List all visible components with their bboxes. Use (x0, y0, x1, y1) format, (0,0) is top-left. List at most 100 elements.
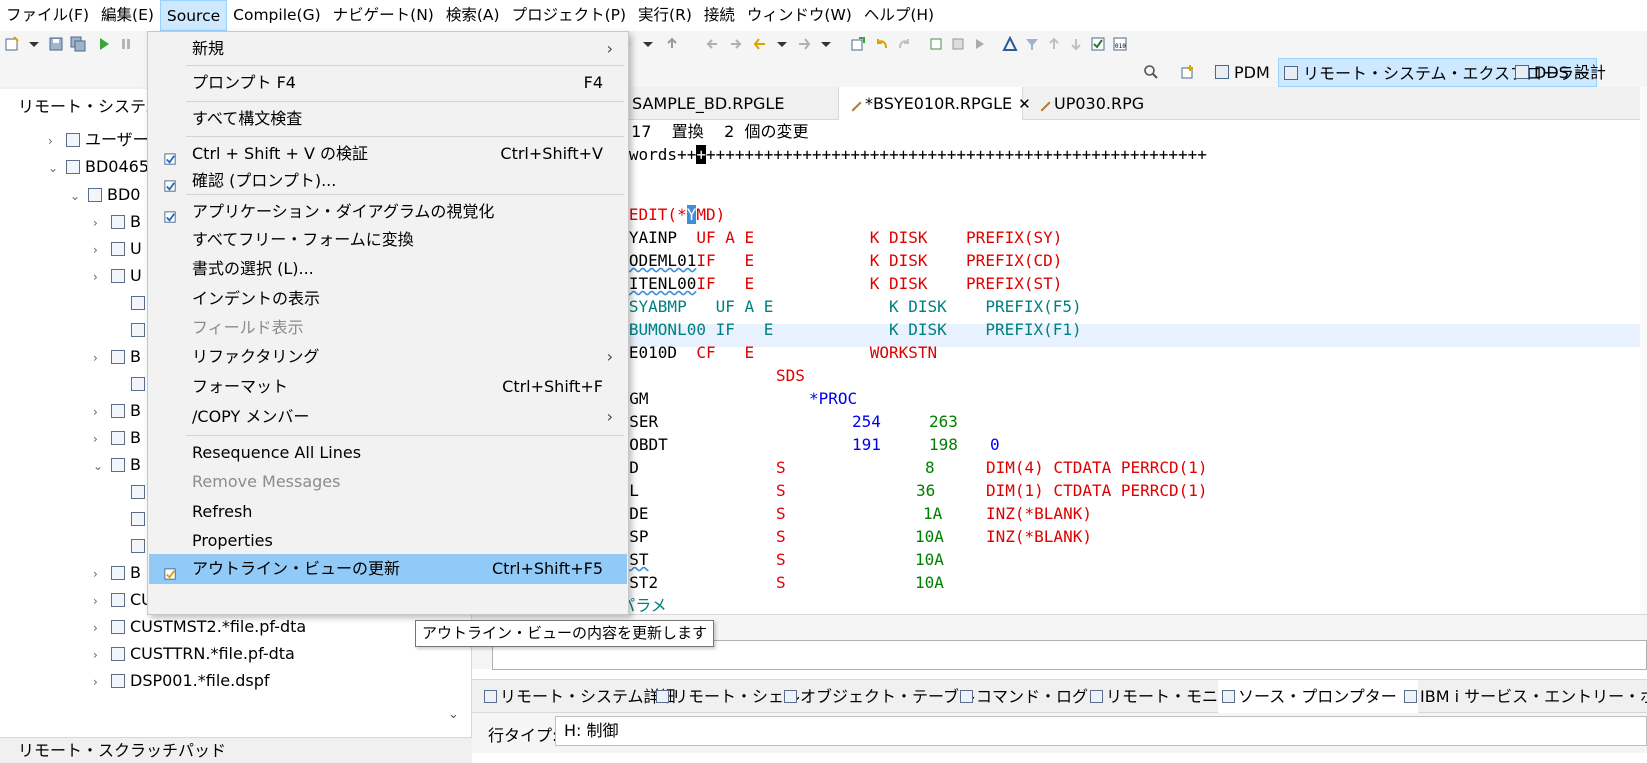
line-type-select[interactable]: H: 制御 (555, 716, 1647, 746)
chevron-icon[interactable]: ⌄ (48, 155, 62, 182)
tree-item[interactable]: › B (93, 424, 141, 451)
chevron-icon[interactable]: › (93, 399, 107, 426)
chevron-icon[interactable]: › (48, 128, 62, 155)
menu-project[interactable]: プロジェクト(P) (506, 0, 632, 31)
open-perspective-icon[interactable] (1180, 64, 1196, 80)
box-icon[interactable] (928, 36, 944, 52)
menu-item[interactable]: Refresh (149, 497, 627, 527)
tree-item[interactable]: › B (93, 343, 141, 370)
tree-item[interactable]: › DSP001.*file.dspf (93, 667, 269, 694)
tree-item[interactable]: › B (93, 397, 141, 424)
run-icon[interactable] (96, 36, 112, 52)
tab-service-entry-points[interactable]: IBM i サービス・エントリー・ポイント (1400, 680, 1647, 713)
up-icon[interactable] (1046, 36, 1062, 52)
menu-item[interactable]: Resequence All Lines (149, 438, 627, 468)
down-icon[interactable] (1068, 36, 1084, 52)
new-icon[interactable] (4, 36, 20, 52)
menu-item[interactable]: アプリケーション・ダイアグラムの視覚化 (149, 197, 627, 227)
tree-item[interactable]: ⌄ BD0 (70, 181, 140, 208)
menu-item[interactable]: すべて構文検査 (149, 104, 627, 134)
menu-help[interactable]: ヘルプ(H) (858, 0, 940, 31)
source-editor[interactable]: リ 17 置換 2 個の変更 Keywords+++++++++++++++++… (600, 120, 1647, 614)
menu-connect[interactable]: 接続 (698, 0, 741, 31)
tree-item[interactable] (113, 532, 150, 559)
chevron-icon[interactable]: ⌄ (70, 183, 84, 210)
back-icon[interactable] (705, 36, 721, 52)
chevron-icon[interactable]: › (93, 642, 107, 669)
menu-item[interactable]: /COPY メンバー › (149, 402, 627, 432)
menu-item[interactable]: フォーマット Ctrl+Shift+F (149, 372, 627, 402)
save-all-icon[interactable] (70, 36, 86, 52)
dropdown-icon[interactable] (774, 36, 790, 52)
tab-object-table[interactable]: オブジェクト・テーブル (780, 680, 975, 713)
dropdown-icon[interactable] (640, 36, 656, 52)
undo-icon[interactable] (874, 36, 890, 52)
menu-item[interactable]: Ctrl + Shift + V の検証 Ctrl+Shift+V (149, 139, 627, 169)
search-icon[interactable] (1143, 64, 1159, 80)
binary-icon[interactable]: 010 (1112, 36, 1128, 52)
tab-remote-system-details[interactable]: リモート・システム詳細 (480, 680, 676, 713)
tree-item[interactable]: › B (93, 208, 141, 235)
redo-icon[interactable] (896, 36, 912, 52)
chevron-icon[interactable]: › (93, 237, 107, 264)
menu-item[interactable]: すべてフリー・フォームに変換 (149, 225, 627, 255)
menu-run[interactable]: 実行(R) (632, 0, 698, 31)
tree-item[interactable]: ⌄ BD0465 (48, 153, 149, 180)
forward-icon[interactable] (727, 36, 743, 52)
external-icon[interactable] (850, 36, 866, 52)
tree-item[interactable]: › CUSTMST2.*file.pf-dta (93, 613, 306, 640)
tree-item[interactable] (113, 478, 150, 505)
prev-annotation-icon[interactable] (664, 36, 680, 52)
menu-search[interactable]: 検索(A) (440, 0, 506, 31)
dropdown-icon[interactable] (818, 36, 834, 52)
menu-compile[interactable]: Compile(G) (227, 0, 327, 31)
menu-item[interactable]: プロンプト F4 F4 (149, 68, 627, 98)
box-icon[interactable] (950, 36, 966, 52)
check-list-icon[interactable] (1090, 36, 1106, 52)
menu-item[interactable]: Properties (149, 526, 627, 556)
editor-tab-sample-bd[interactable]: SAMPLE_BD.RPGLE (606, 87, 784, 120)
tree-item[interactable]: › ユーザー (48, 126, 149, 153)
chevron-icon[interactable]: › (93, 588, 107, 615)
tab-source-prompter[interactable]: ソース・プロンプター✕ (1218, 680, 1419, 713)
menu-edit[interactable]: 編集(E) (95, 0, 160, 31)
pause-icon[interactable] (118, 36, 134, 52)
back-nav-icon[interactable] (752, 36, 768, 52)
perspective-dds[interactable]: DDS 設計 (1510, 58, 1612, 87)
chevron-icon[interactable]: ⌄ (93, 453, 107, 480)
menu-item[interactable]: 確認 (プロンプト)... (149, 166, 627, 196)
menu-item[interactable]: 書式の選択 (L)... (149, 254, 627, 284)
chevron-icon[interactable]: › (93, 210, 107, 237)
tab-remote-shell[interactable]: リモート・シェル (652, 680, 800, 713)
chevron-icon[interactable]: › (93, 669, 107, 696)
editor-scrollbar[interactable] (1640, 87, 1647, 614)
tree-item[interactable]: › U (93, 235, 142, 262)
editor-tab-bsye010r[interactable]: *BSYE010R.RPGLE ✕ (838, 87, 1031, 120)
tree-item[interactable]: ⌄ B (93, 451, 141, 478)
triangle-icon[interactable] (1002, 36, 1018, 52)
menu-navigate[interactable]: ナビゲート(N) (327, 0, 440, 31)
chevron-icon[interactable]: › (93, 426, 107, 453)
menu-source[interactable]: Source (159, 0, 228, 31)
save-icon[interactable] (48, 36, 64, 52)
play-gray-icon[interactable] (972, 36, 988, 52)
chevron-down-icon[interactable]: ⌄ (448, 707, 464, 727)
tree-item[interactable]: › U (93, 262, 142, 289)
chevron-icon[interactable]: › (93, 615, 107, 642)
tab-command-log[interactable]: コマンド・ログ (956, 680, 1088, 713)
chevron-icon[interactable]: › (93, 345, 107, 372)
tree-item[interactable] (113, 505, 150, 532)
chevron-icon[interactable]: › (93, 264, 107, 291)
tab-remote-systems[interactable]: リモート・システム (0, 89, 162, 124)
perspective-pdm[interactable]: PDM (1210, 58, 1276, 87)
menu-item[interactable]: 新規 › (149, 34, 627, 64)
menu-file[interactable]: ファイル(F) (0, 0, 95, 31)
tab-remote-scratchpad[interactable]: リモート・スクラッチパッド (0, 737, 472, 763)
tree-item[interactable]: › CUSTTRN.*file.pf-dta (93, 640, 295, 667)
tree-item[interactable]: › B (93, 559, 141, 586)
forward-nav-icon[interactable] (796, 36, 812, 52)
filter-icon[interactable] (1024, 36, 1040, 52)
editor-tab-up030[interactable]: UP030.RPG (1028, 87, 1144, 120)
menu-window[interactable]: ウィンドウ(W) (741, 0, 858, 31)
chevron-icon[interactable]: › (93, 561, 107, 588)
